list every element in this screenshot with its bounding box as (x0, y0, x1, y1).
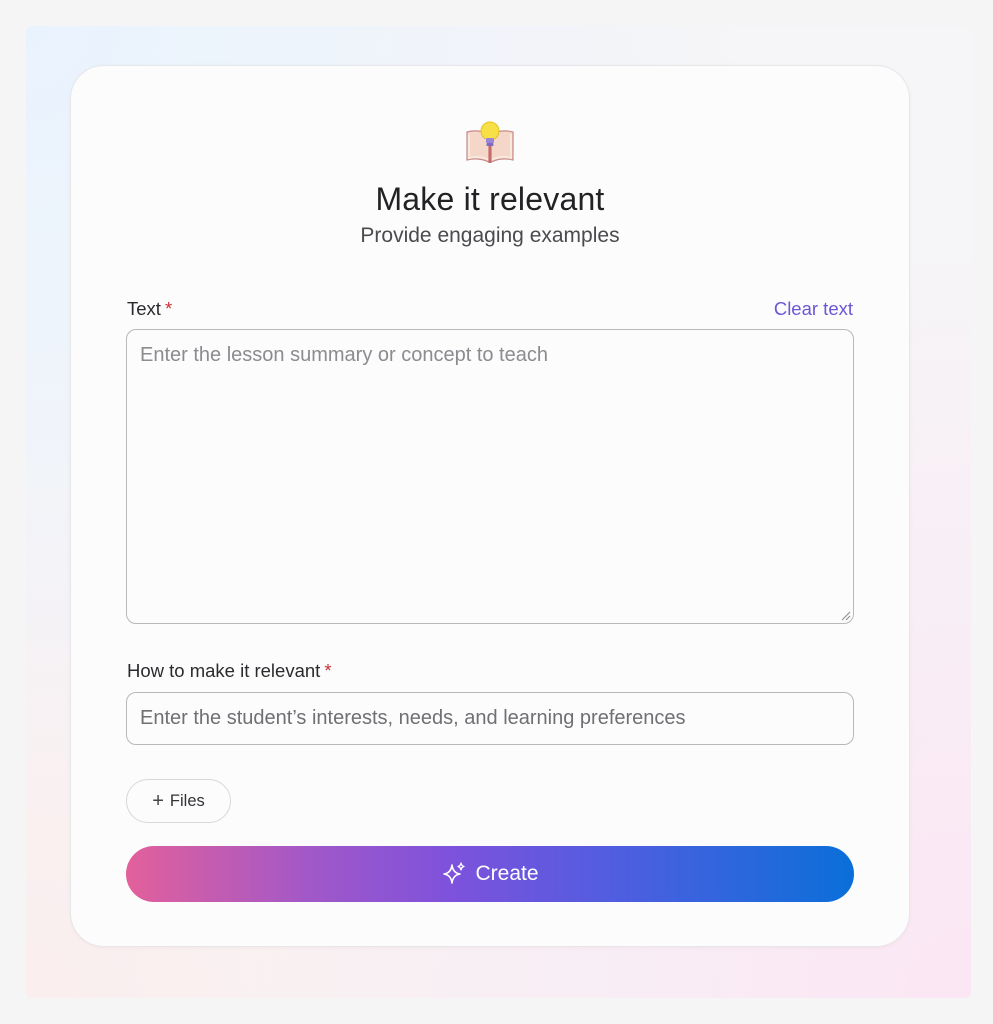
page-subtitle: Provide engaging examples (360, 224, 620, 247)
create-button-label: Create (475, 862, 539, 885)
required-mark: * (324, 660, 332, 681)
relevance-field-label-text: How to make it relevant (127, 660, 321, 681)
required-mark: * (164, 298, 173, 319)
text-textarea[interactable]: Enter the lesson summary or concept to t… (126, 329, 854, 624)
create-button[interactable]: Create (126, 846, 854, 902)
lightbulb-book-icon (466, 121, 514, 163)
add-files-button[interactable]: + Files (126, 779, 231, 823)
relevance-input[interactable]: Enter the student’s interests, needs, an… (126, 692, 854, 745)
sparkle-icon (443, 862, 466, 884)
files-button-label: Files (169, 791, 205, 810)
clear-text-link[interactable]: Clear text (774, 298, 853, 320)
relevance-field-label: How to make it relevant * (127, 660, 332, 682)
text-textarea-placeholder: Enter the lesson summary or concept to t… (140, 344, 548, 366)
page-title: Make it relevant (375, 181, 605, 217)
plus-icon: + (152, 790, 164, 812)
text-field-label: Text * (127, 298, 172, 320)
text-field-label-text: Text (127, 298, 161, 319)
resize-handle-icon[interactable] (839, 609, 851, 621)
relevance-input-placeholder: Enter the student’s interests, needs, an… (140, 707, 686, 729)
